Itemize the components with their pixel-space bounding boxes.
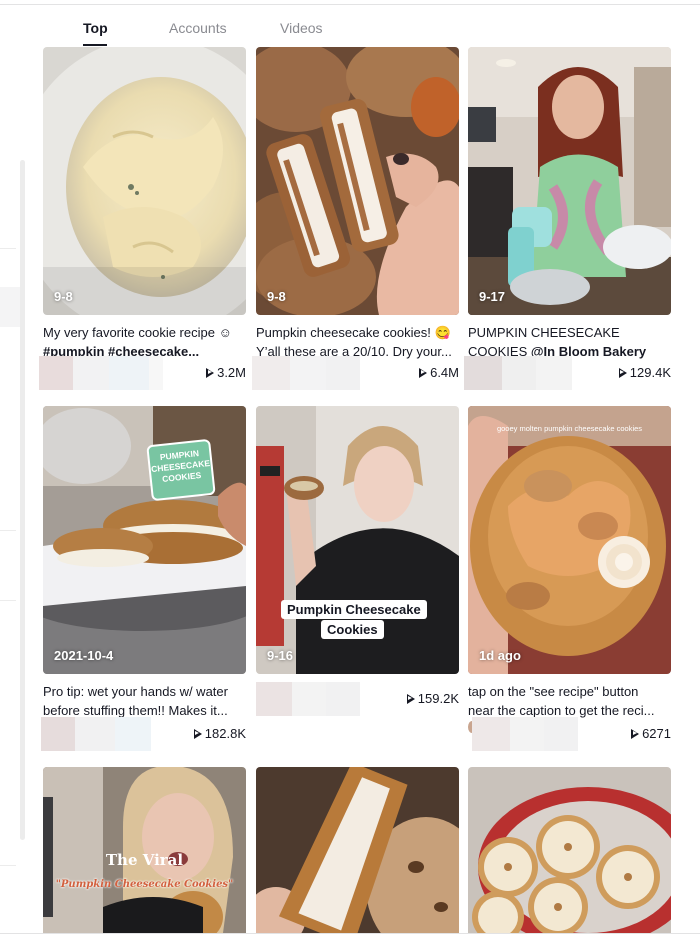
author-name-blurred[interactable] xyxy=(73,356,109,390)
video-thumbnail[interactable]: 9-8 xyxy=(256,47,459,315)
play-icon xyxy=(419,367,428,378)
bottom-divider xyxy=(0,933,700,934)
author-name-blurred[interactable] xyxy=(290,356,326,390)
author-avatar-blurred[interactable] xyxy=(464,356,502,390)
sidebar-divider xyxy=(0,600,16,601)
video-caption-line1: Pumpkin Cheesecake xyxy=(281,600,427,619)
sidebar-highlight xyxy=(0,287,20,327)
author-avatar-blurred[interactable] xyxy=(256,682,292,716)
video-overlay-title: The Viral xyxy=(105,851,184,869)
video-thumbnail[interactable] xyxy=(468,767,671,933)
left-sidebar-edge xyxy=(0,0,30,936)
view-count: 159.2K xyxy=(406,691,459,706)
video-meta: 182.8K xyxy=(39,717,246,751)
video-description[interactable]: Pro tip: wet your hands w/ water before … xyxy=(43,682,246,720)
play-icon xyxy=(631,728,640,739)
video-thumbnail[interactable]: Pumpkin Cheesecake Cookies 9-16 xyxy=(256,406,459,674)
video-caption-line2: Cookies xyxy=(321,620,384,639)
video-description[interactable]: tap on the "see recipe" button near the … xyxy=(468,682,671,720)
sidebar-divider xyxy=(0,865,16,866)
sidebar-scrollbar[interactable] xyxy=(20,160,25,840)
video-overlay-subtitle: "Pumpkin Cheesecake Cookies" xyxy=(55,879,234,890)
play-icon xyxy=(618,367,627,378)
author-avatar-blurred[interactable] xyxy=(39,356,73,390)
author-avatar-blurred[interactable] xyxy=(252,356,290,390)
video-thumbnail[interactable] xyxy=(256,767,459,933)
author-name-blurred[interactable] xyxy=(292,682,326,716)
author-avatar-blurred[interactable] xyxy=(472,717,510,751)
video-date: 2021-10-4 xyxy=(54,648,114,663)
sidebar-divider xyxy=(0,248,16,249)
video-thumbnail[interactable]: PUMPKIN CHEESECAKE COOKIES 2021-10-4 xyxy=(43,406,246,674)
sidebar-divider xyxy=(0,530,16,531)
view-count: 182.8K xyxy=(193,726,246,741)
video-date: 1d ago xyxy=(479,648,521,663)
video-date: 9-8 xyxy=(267,289,286,304)
view-count: 3.2M xyxy=(206,365,246,380)
view-count: 129.4K xyxy=(618,365,671,380)
view-count: 6271 xyxy=(631,726,671,741)
video-meta: 6.4M xyxy=(252,356,459,390)
video-meta: 159.2K xyxy=(252,682,459,716)
author-avatar-blurred[interactable] xyxy=(41,717,75,751)
top-divider xyxy=(0,4,700,5)
video-meta: 6271 xyxy=(464,717,671,751)
author-name-blurred[interactable] xyxy=(502,356,536,390)
author-name-blurred[interactable] xyxy=(510,717,544,751)
author-name-blurred[interactable] xyxy=(75,717,115,751)
video-meta: 129.4K xyxy=(464,356,671,390)
play-icon xyxy=(193,728,202,739)
video-date: 9-8 xyxy=(54,289,73,304)
tab-videos[interactable]: Videos xyxy=(280,20,323,36)
tab-accounts[interactable]: Accounts xyxy=(169,20,227,36)
video-thumbnail[interactable]: The Viral "Pumpkin Cheesecake Cookies" xyxy=(43,767,246,933)
view-count: 6.4M xyxy=(419,365,459,380)
video-thumbnail[interactable]: gooey molten pumpkin cheesecake cookies … xyxy=(468,406,671,674)
video-date: 9-16 xyxy=(267,648,294,663)
active-tab-indicator xyxy=(83,44,107,46)
video-date: 9-17 xyxy=(479,289,506,304)
video-meta: 3.2M xyxy=(39,356,246,390)
search-tabs: Top Accounts Videos xyxy=(40,8,670,48)
pumpkin-cheesecake-sticker: PUMPKIN CHEESECAKE COOKIES xyxy=(146,438,216,502)
play-icon xyxy=(406,693,415,704)
video-overlay-text: gooey molten pumpkin cheesecake cookies xyxy=(496,424,643,433)
play-icon xyxy=(206,367,215,378)
tab-top[interactable]: Top xyxy=(83,20,108,36)
video-thumbnail[interactable]: 9-8 xyxy=(43,47,246,315)
video-thumbnail[interactable]: 9-17 xyxy=(468,47,671,315)
